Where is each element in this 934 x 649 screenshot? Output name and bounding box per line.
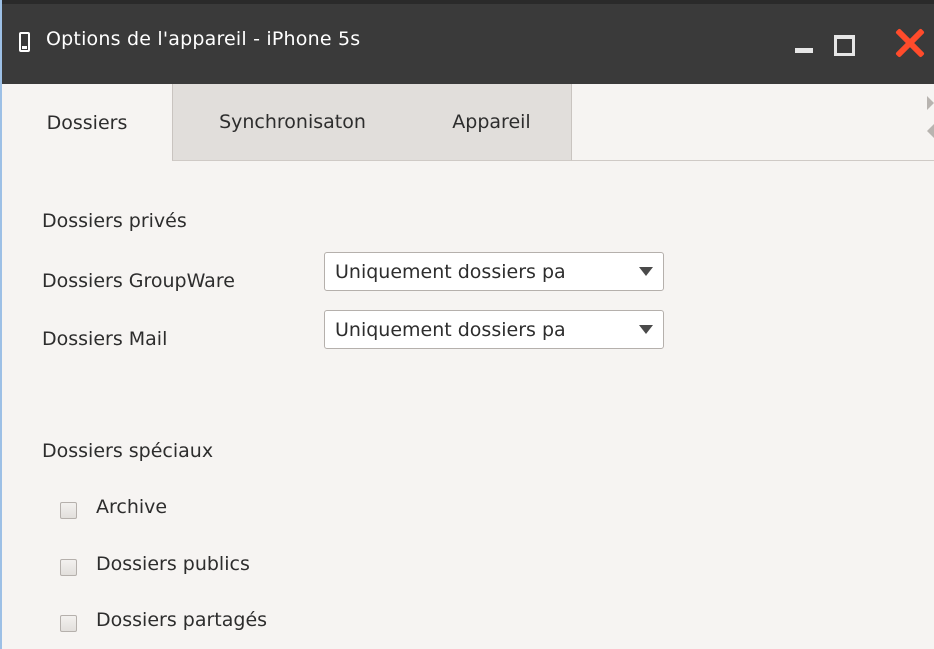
minimize-button[interactable] <box>789 26 819 60</box>
archive-checkbox[interactable] <box>60 502 77 519</box>
maximize-button[interactable] <box>830 26 860 60</box>
public-folders-checkbox[interactable] <box>60 559 77 576</box>
checkbox-label: Archive <box>96 496 168 518</box>
tab-appareil[interactable]: Appareil <box>412 84 572 161</box>
tab-dossiers[interactable]: Dossiers <box>2 84 172 162</box>
tab-bar: Dossiers Synchronisaton Appareil <box>2 84 934 162</box>
select-value: Uniquement dossiers pa <box>335 261 566 283</box>
phone-icon <box>19 32 30 52</box>
chevron-down-icon <box>639 267 653 276</box>
mail-folders-select[interactable]: Uniquement dossiers pa <box>324 310 664 349</box>
tab-label: Synchronisaton <box>219 111 366 133</box>
checkbox-label: Dossiers publics <box>96 553 250 575</box>
chevron-down-icon <box>639 325 653 334</box>
tab-synchronisation[interactable]: Synchronisaton <box>172 84 413 161</box>
groupware-folders-label: Dossiers GroupWare <box>42 270 235 292</box>
window-title: Options de l'appareil - iPhone 5s <box>46 28 361 50</box>
tab-label: Appareil <box>452 111 531 133</box>
tab-label: Dossiers <box>46 112 128 134</box>
tab-scroll-arrows[interactable] <box>924 96 934 146</box>
arrow-left-icon[interactable] <box>927 124 934 138</box>
special-folders-heading: Dossiers spéciaux <box>42 440 214 462</box>
select-value: Uniquement dossiers pa <box>335 319 566 341</box>
device-options-window: Options de l'appareil - iPhone 5s Dossie… <box>0 0 934 649</box>
private-folders-heading: Dossiers privés <box>42 210 187 232</box>
arrow-right-icon[interactable] <box>927 96 934 110</box>
checkbox-label: Dossiers partagés <box>96 609 268 631</box>
close-button[interactable] <box>890 26 930 60</box>
groupware-folders-select[interactable]: Uniquement dossiers pa <box>324 252 664 291</box>
title-bar[interactable]: Options de l'appareil - iPhone 5s <box>2 0 934 84</box>
mail-folders-label: Dossiers Mail <box>42 328 168 350</box>
shared-folders-checkbox[interactable] <box>60 615 77 632</box>
